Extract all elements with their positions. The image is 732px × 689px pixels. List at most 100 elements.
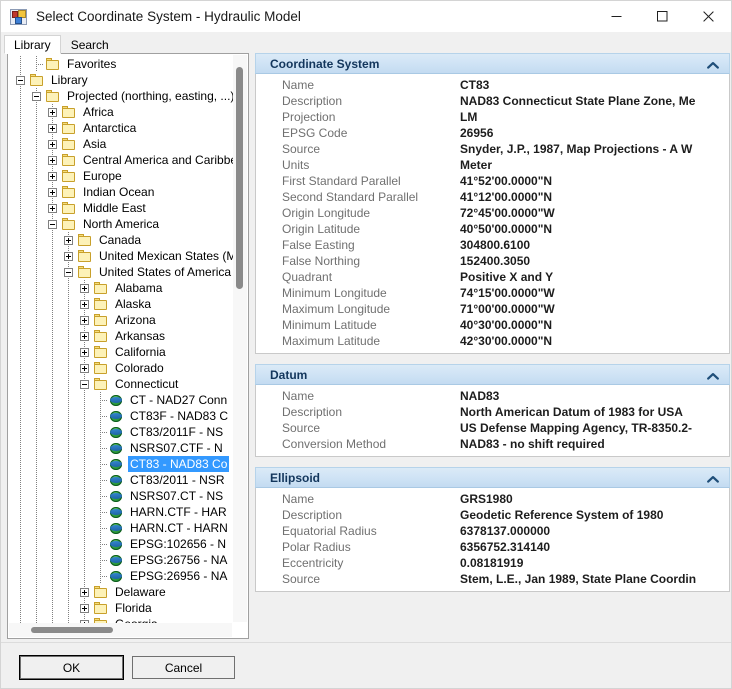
expand-node-icon[interactable] xyxy=(48,203,57,213)
tree-node[interactable]: Library xyxy=(8,72,233,88)
expand-node-icon[interactable] xyxy=(48,155,57,165)
tree-node[interactable]: Connecticut xyxy=(8,376,233,392)
expand-node-icon[interactable] xyxy=(80,587,89,597)
property-row: Source Stem, L.E., Jan 1989, State Plane … xyxy=(256,571,729,587)
tree-node[interactable]: Alaska xyxy=(8,296,233,312)
tree-horizontal-scrollbar[interactable] xyxy=(9,623,232,637)
folder-icon xyxy=(61,217,77,231)
tree-node[interactable]: Europe xyxy=(8,168,233,184)
tree-node[interactable]: North America xyxy=(8,216,233,232)
expand-node-icon[interactable] xyxy=(80,347,89,357)
collapse-node-icon[interactable] xyxy=(16,75,25,85)
tree-node[interactable]: Favorites xyxy=(8,56,233,72)
tree-node[interactable]: Indian Ocean xyxy=(8,184,233,200)
tree-node[interactable]: Canada xyxy=(8,232,233,248)
tree-vertical-scroll-thumb[interactable] xyxy=(236,67,243,289)
tree-node[interactable]: CT - NAD27 Conn xyxy=(8,392,233,408)
collapse-node-icon[interactable] xyxy=(80,379,89,389)
property-key: Origin Latitude xyxy=(282,222,361,236)
property-value: GRS1980 xyxy=(460,492,513,506)
tree-node-label: HARN.CTF - HAR xyxy=(130,505,227,519)
collapse-node-icon[interactable] xyxy=(48,219,57,229)
property-key: First Standard Parallel xyxy=(282,174,401,188)
expand-node-icon[interactable] xyxy=(80,363,89,373)
maximize-button[interactable] xyxy=(639,1,685,32)
chevron-up-icon[interactable] xyxy=(707,473,719,483)
chevron-up-icon[interactable] xyxy=(707,370,719,380)
property-value: US Defense Mapping Agency, TR-8350.2- xyxy=(460,421,693,435)
property-key: Projection xyxy=(282,110,336,124)
property-row: Conversion Method NAD83 - no shift requir… xyxy=(256,436,729,452)
expand-node-icon[interactable] xyxy=(64,235,73,245)
cancel-button[interactable]: Cancel xyxy=(132,656,235,679)
expand-node-icon[interactable] xyxy=(48,187,57,197)
property-value: 0.08181919 xyxy=(460,556,524,570)
close-button[interactable] xyxy=(685,1,731,32)
tree-node[interactable]: Asia xyxy=(8,136,233,152)
dialog-footer: OK Cancel xyxy=(1,642,731,688)
tree-horizontal-scroll-thumb[interactable] xyxy=(31,627,113,633)
tree-node[interactable]: Antarctica xyxy=(8,120,233,136)
tree-node[interactable]: Middle East xyxy=(8,200,233,216)
tree-node[interactable]: Delaware xyxy=(8,584,233,600)
tree-node[interactable]: HARN.CT - HARN xyxy=(8,520,233,536)
expand-node-icon[interactable] xyxy=(80,283,89,293)
property-value: 42°30'00.0000"N xyxy=(460,334,553,348)
detail-group-header[interactable]: Coordinate System xyxy=(255,53,730,74)
tree-node[interactable]: Arkansas xyxy=(8,328,233,344)
expand-node-icon[interactable] xyxy=(48,123,57,133)
tab-library[interactable]: Library xyxy=(4,35,61,54)
tree-node[interactable]: Georgia xyxy=(8,616,233,623)
property-key: Origin Longitude xyxy=(282,206,371,220)
tree-indent xyxy=(8,152,53,168)
tab-search[interactable]: Search xyxy=(60,35,119,54)
expand-node-icon[interactable] xyxy=(80,603,89,613)
tree-node[interactable]: NSRS07.CT - NS xyxy=(8,488,233,504)
tree-node[interactable]: Florida xyxy=(8,600,233,616)
tree-vertical-scrollbar[interactable] xyxy=(233,55,247,622)
tree-node[interactable]: Projected (northing, easting, ...) xyxy=(8,88,233,104)
folder-icon xyxy=(77,265,93,279)
tree-node[interactable]: EPSG:26956 - NA xyxy=(8,568,233,584)
expand-node-icon[interactable] xyxy=(80,331,89,341)
tree-node-label: United Mexican States (M xyxy=(99,249,233,263)
coordinate-system-tree[interactable]: Favorites Library Projected (northing, eas… xyxy=(7,53,249,639)
tree-node-label: Europe xyxy=(83,169,122,183)
tree-node[interactable]: CT83/2011 - NSR xyxy=(8,472,233,488)
tree-node[interactable]: CT83F - NAD83 C xyxy=(8,408,233,424)
expand-node-icon[interactable] xyxy=(48,171,57,181)
tree-node[interactable]: Central America and Caribbean xyxy=(8,152,233,168)
folder-icon xyxy=(29,73,45,87)
minimize-button[interactable] xyxy=(593,1,639,32)
tree-node[interactable]: United Mexican States (M xyxy=(8,248,233,264)
tree-indent xyxy=(8,568,101,584)
expand-node-icon[interactable] xyxy=(48,139,57,149)
tree-node[interactable]: California xyxy=(8,344,233,360)
globe-icon xyxy=(109,506,124,519)
tree-node[interactable]: Arizona xyxy=(8,312,233,328)
expand-node-icon[interactable] xyxy=(80,315,89,325)
property-key: Quadrant xyxy=(282,270,333,284)
tree-node[interactable]: CT83/2011F - NS xyxy=(8,424,233,440)
tree-node[interactable]: EPSG:26756 - NA xyxy=(8,552,233,568)
tree-node[interactable]: Alabama xyxy=(8,280,233,296)
tree-node[interactable]: NSRS07.CTF - N xyxy=(8,440,233,456)
detail-group-header[interactable]: Ellipsoid xyxy=(255,467,730,488)
detail-group-header[interactable]: Datum xyxy=(255,364,730,385)
tree-node[interactable]: EPSG:102656 - N xyxy=(8,536,233,552)
folder-icon xyxy=(93,313,109,327)
chevron-up-icon[interactable] xyxy=(707,59,719,69)
expand-node-icon[interactable] xyxy=(48,107,57,117)
tree-node-label: Africa xyxy=(83,105,114,119)
expand-node-icon[interactable] xyxy=(64,251,73,261)
collapse-node-icon[interactable] xyxy=(64,267,73,277)
ok-button[interactable]: OK xyxy=(20,656,123,679)
collapse-node-icon[interactable] xyxy=(32,91,41,101)
tree-node[interactable]: CT83 - NAD83 Co xyxy=(8,456,233,472)
tree-node[interactable]: Africa xyxy=(8,104,233,120)
tree-node[interactable]: Colorado xyxy=(8,360,233,376)
expand-node-icon[interactable] xyxy=(80,299,89,309)
tree-node[interactable]: HARN.CTF - HAR xyxy=(8,504,233,520)
tree-node[interactable]: United States of America xyxy=(8,264,233,280)
property-key: Conversion Method xyxy=(282,437,387,451)
